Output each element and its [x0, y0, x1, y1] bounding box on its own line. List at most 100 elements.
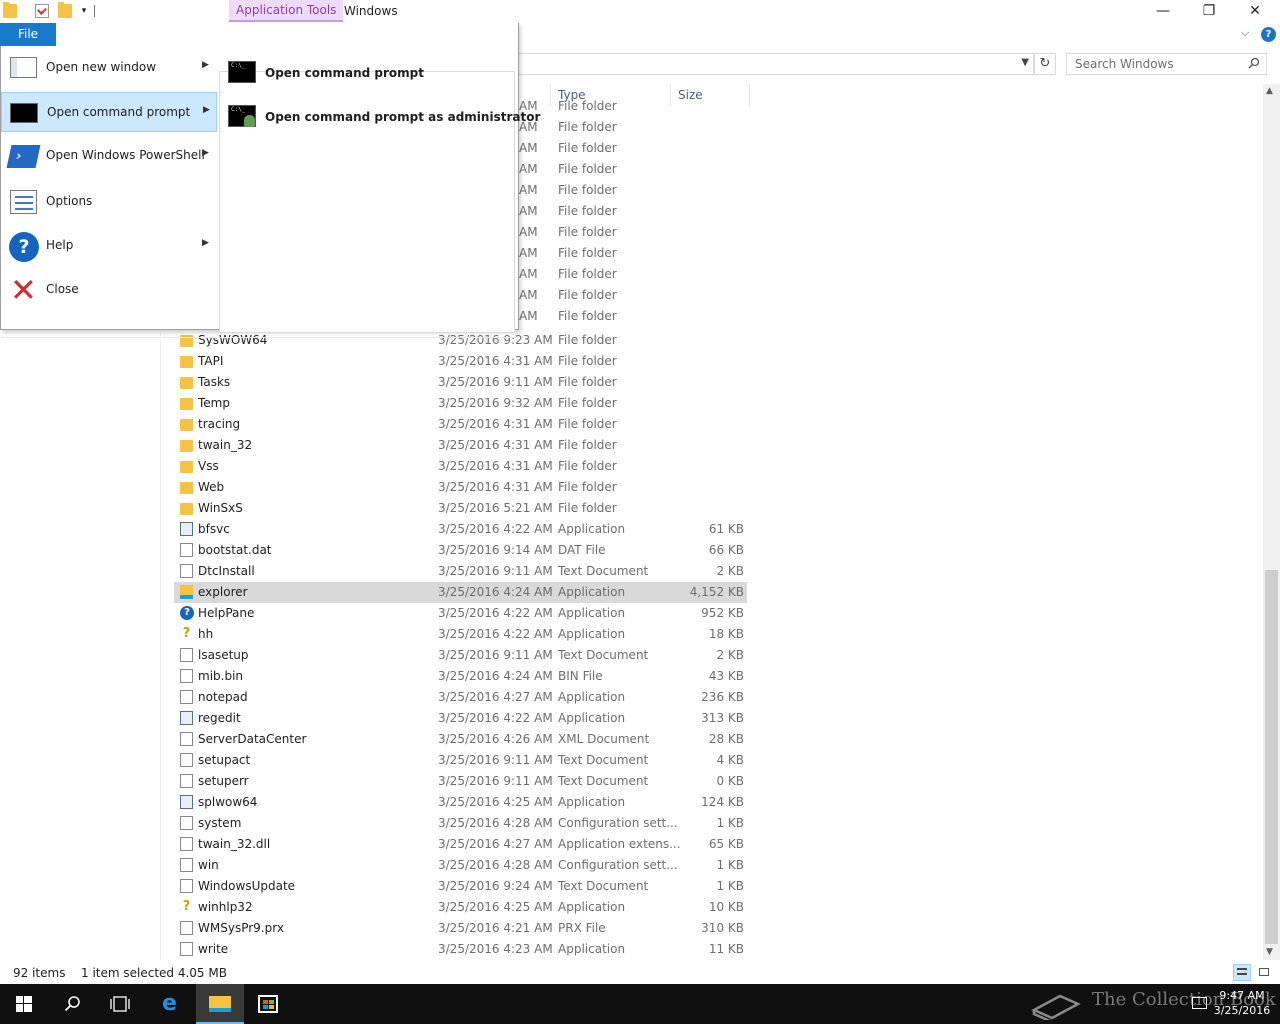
- file-row[interactable]: SysWOW64 3/25/2016 9:23 AM File folder: [174, 330, 747, 351]
- file-name-cell: TAPI: [198, 354, 224, 368]
- file-date-cell: 3/25/2016 4:23 AM: [438, 942, 553, 956]
- file-date-cell: 3/25/2016 9:24 AM: [438, 879, 553, 893]
- file-name-cell: setupact: [198, 753, 251, 767]
- file-date-cell: 3/25/2016 9:14 AM: [438, 543, 553, 557]
- file-row[interactable]: bootstat.dat 3/25/2016 9:14 AM DAT File 66 …: [174, 540, 747, 561]
- document-icon: [180, 669, 193, 683]
- folder-icon: [180, 461, 193, 473]
- file-size-cell: 310 KB: [701, 921, 744, 935]
- windows-logo-icon: [16, 996, 32, 1012]
- file-row[interactable]: explorer 3/25/2016 4:24 AM Application 4,15…: [174, 582, 747, 603]
- file-row[interactable]: bfsvc 3/25/2016 4:22 AM Application 61 KB: [174, 519, 747, 540]
- store-taskbar-button[interactable]: [244, 984, 292, 1024]
- file-row[interactable]: WMSysPr9.prx 3/25/2016 4:21 AM PRX File 310…: [174, 918, 747, 939]
- file-type-cell: File folder: [558, 375, 617, 389]
- file-row[interactable]: lsasetup 3/25/2016 9:11 AM Text Document 2 …: [174, 645, 747, 666]
- file-menu-item-open-new-window[interactable]: Open new window ▶: [1, 48, 217, 88]
- file-type-cell: PRX File: [558, 921, 606, 935]
- file-row[interactable]: WinSxS 3/25/2016 5:21 AM File folder: [174, 498, 747, 519]
- folder-icon: [180, 503, 193, 515]
- file-row[interactable]: notepad 3/25/2016 4:27 AM Application 236 K…: [174, 687, 747, 708]
- file-explorer-taskbar-button[interactable]: [196, 984, 244, 1024]
- file-date-cell: 3/25/2016 4:24 AM: [438, 669, 553, 683]
- large-icons-view-button[interactable]: [1256, 964, 1274, 981]
- taskbar: e The Collection Book 9:47 AM 3/25/2016: [0, 984, 1280, 1024]
- notepad-icon: [180, 690, 193, 704]
- file-menu-item-close[interactable]: ✕ Close: [1, 270, 217, 310]
- file-row[interactable]: ServerDataCenter 3/25/2016 4:26 AM XML Doc…: [174, 729, 747, 750]
- file-row[interactable]: write 3/25/2016 4:23 AM Application 11 KB: [174, 939, 747, 960]
- file-menu-item-help[interactable]: ? Help ▶: [1, 226, 217, 266]
- file-date-cell: 3/25/2016 4:31 AM: [438, 417, 553, 431]
- folder-icon: [180, 377, 193, 389]
- file-date-cell: 3/25/2016 9:11 AM: [438, 774, 553, 788]
- file-row[interactable]: win 3/25/2016 4:28 AM Configuration sett..…: [174, 855, 747, 876]
- submenu-item-label: Open command prompt as administrator: [265, 110, 541, 124]
- file-date-cell: 3/25/2016 9:11 AM: [438, 648, 553, 662]
- file-row[interactable]: setuperr 3/25/2016 9:11 AM Text Document 0 …: [174, 771, 747, 792]
- file-row[interactable]: twain_32 3/25/2016 4:31 AM File folder: [174, 435, 747, 456]
- file-type-cell: Application extens...: [558, 837, 681, 851]
- file-menu-item-open-windows-powershell[interactable]: › Open Windows PowerShell ▶: [1, 136, 217, 176]
- file-date-cell: 3/25/2016 4:31 AM: [438, 459, 553, 473]
- config-icon: [180, 816, 193, 830]
- file-row[interactable]: ? winhlp32 3/25/2016 4:25 AM Application 10 …: [174, 897, 747, 918]
- edge-taskbar-button[interactable]: e: [148, 984, 196, 1024]
- file-row[interactable]: Web 3/25/2016 4:31 AM File folder: [174, 477, 747, 498]
- file-size-cell: 313 KB: [701, 711, 744, 725]
- file-row[interactable]: ? hh 3/25/2016 4:22 AM Application 18 KB: [174, 624, 747, 645]
- scroll-down-arrow[interactable]: ▼: [1266, 947, 1273, 957]
- file-row[interactable]: ? HelpPane 3/25/2016 4:22 AM Application 952…: [174, 603, 747, 624]
- file-row[interactable]: setupact 3/25/2016 9:11 AM Text Document 4 …: [174, 750, 747, 771]
- help-question-icon: ?: [182, 899, 191, 914]
- file-name-cell: Vss: [198, 459, 219, 473]
- file-row[interactable]: regedit 3/25/2016 4:22 AM Application 313 K…: [174, 708, 747, 729]
- file-row[interactable]: splwow64 3/25/2016 4:25 AM Application 124 …: [174, 792, 747, 813]
- file-row[interactable]: mib.bin 3/25/2016 4:24 AM BIN File 43 KB: [174, 666, 747, 687]
- file-name-cell: lsasetup: [198, 648, 249, 662]
- file-menu-item-open-command-prompt[interactable]: Open command prompt ▶: [1, 92, 217, 132]
- file-type-cell: Application: [558, 711, 626, 725]
- file-name-cell: win: [198, 858, 219, 872]
- file-menu-item-options[interactable]: Options: [1, 182, 217, 222]
- file-row[interactable]: TAPI 3/25/2016 4:31 AM File folder: [174, 351, 747, 372]
- folder-icon: [180, 356, 193, 368]
- file-size-cell: 1 KB: [716, 816, 744, 830]
- file-row[interactable]: twain_32.dll 3/25/2016 4:27 AM Application…: [174, 834, 747, 855]
- file-type-cell: Application: [558, 606, 626, 620]
- open-command-prompt-item[interactable]: Open command prompt: [228, 56, 508, 92]
- file-type-cell: File folder: [558, 396, 617, 410]
- document-icon: [180, 921, 193, 935]
- file-name-cell: mib.bin: [198, 669, 244, 683]
- file-name-cell: winhlp32: [198, 900, 253, 914]
- system-clock[interactable]: 9:47 AM 3/25/2016: [1208, 988, 1276, 1018]
- taskbar-search-button[interactable]: [48, 984, 96, 1024]
- file-row[interactable]: DtcInstall 3/25/2016 9:11 AM Text Document…: [174, 561, 747, 582]
- folder-icon: [180, 419, 193, 431]
- explorer-icon: [180, 585, 193, 599]
- file-row[interactable]: tracing 3/25/2016 4:31 AM File folder: [174, 414, 747, 435]
- chat-icon[interactable]: [1192, 997, 1207, 1009]
- start-button[interactable]: [0, 984, 48, 1024]
- file-row[interactable]: Vss 3/25/2016 4:31 AM File folder: [174, 456, 747, 477]
- file-type-cell: Application: [558, 690, 626, 704]
- file-size-cell: 952 KB: [701, 606, 744, 620]
- file-row[interactable]: system 3/25/2016 4:28 AM Configuration set…: [174, 813, 747, 834]
- file-date-cell: 3/25/2016 9:32 AM: [438, 396, 553, 410]
- scroll-up-arrow[interactable]: ▲: [1266, 86, 1273, 96]
- open-command-prompt-admin-item[interactable]: Open command prompt as administrator: [228, 100, 540, 136]
- file-name-cell: explorer: [198, 585, 248, 599]
- scrollbar-thumb[interactable]: [1265, 570, 1278, 944]
- file-name-cell: WMSysPr9.prx: [198, 921, 284, 935]
- file-tab[interactable]: File: [0, 23, 56, 46]
- file-date-cell: 3/25/2016 4:26 AM: [438, 732, 553, 746]
- file-row[interactable]: Temp 3/25/2016 9:32 AM File folder: [174, 393, 747, 414]
- task-view-button[interactable]: [96, 984, 144, 1024]
- submenu-item-label: Open command prompt: [265, 66, 425, 80]
- file-size-cell: 2 KB: [716, 648, 744, 662]
- file-row[interactable]: WindowsUpdate 3/25/2016 9:24 AM Text Docum…: [174, 876, 747, 897]
- details-view-button[interactable]: [1233, 964, 1251, 981]
- file-row[interactable]: Tasks 3/25/2016 9:11 AM File folder: [174, 372, 747, 393]
- submenu-arrow-icon: ▶: [202, 148, 209, 158]
- cmd-admin-icon: [228, 105, 256, 127]
